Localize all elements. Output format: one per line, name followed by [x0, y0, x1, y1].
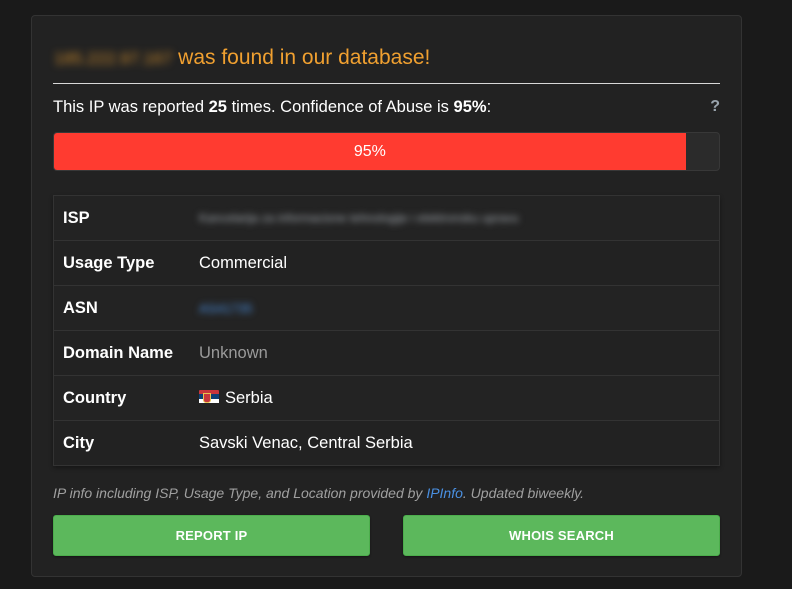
table-row-city: City Savski Venac, Central Serbia: [54, 421, 719, 465]
heading-divider: [53, 83, 720, 84]
report-ip-button[interactable]: REPORT IP: [53, 515, 370, 556]
footnote-prefix: IP info including ISP, Usage Type, and L…: [53, 485, 423, 501]
ip-result-panel: 185.222.97.167 was found in our database!…: [31, 15, 742, 577]
ipinfo-link[interactable]: IPInfo: [426, 485, 463, 501]
table-row-domain-name: Domain Name Unknown: [54, 331, 719, 376]
table-row-country: Country Serbia: [54, 376, 719, 421]
result-heading: 185.222.97.167 was found in our database!: [54, 46, 430, 70]
isp-label: ISP: [63, 208, 90, 227]
table-row-asn: ASN AS41735: [54, 286, 719, 331]
domain-name-label: Domain Name: [63, 343, 174, 362]
report-prefix: This IP was reported: [53, 98, 205, 116]
report-count: 25: [208, 98, 227, 116]
confidence-value: 95%: [453, 98, 487, 116]
data-source-note: IP info including ISP, Usage Type, and L…: [53, 485, 584, 501]
report-middle: times. Confidence of Abuse is: [231, 98, 449, 116]
asn-link[interactable]: AS41735: [199, 301, 253, 316]
isp-value: Kancelarija za informacione tehnologije …: [199, 211, 519, 225]
asn-label: ASN: [63, 298, 98, 317]
country-value-cell: Serbia: [199, 389, 273, 408]
country-value: Serbia: [225, 388, 273, 407]
country-label: Country: [63, 388, 127, 407]
found-text: was found in our database!: [178, 46, 431, 69]
report-summary: This IP was reported 25 times. Confidenc…: [53, 98, 491, 117]
ip-details-table: ISP Kancelarija za informacione tehnolog…: [53, 195, 720, 466]
confidence-progress-fill: 95%: [54, 133, 686, 170]
confidence-progress-bar: 95%: [53, 132, 720, 171]
confidence-help-icon[interactable]: ?: [710, 98, 720, 116]
table-row-isp: ISP Kancelarija za informacione tehnolog…: [54, 196, 719, 241]
usage-type-label: Usage Type: [63, 253, 155, 272]
city-value: Savski Venac, Central Serbia: [199, 433, 413, 452]
domain-name-value: Unknown: [199, 343, 268, 362]
footnote-suffix: . Updated biweekly.: [462, 485, 585, 501]
serbia-flag-icon: [199, 389, 219, 404]
table-row-usage-type: Usage Type Commercial: [54, 241, 719, 286]
usage-type-value: Commercial: [199, 253, 288, 272]
city-label: City: [63, 433, 95, 452]
whois-search-button[interactable]: WHOIS SEARCH: [403, 515, 720, 556]
report-suffix: :: [486, 98, 492, 116]
ip-address: 185.222.97.167: [54, 49, 173, 68]
